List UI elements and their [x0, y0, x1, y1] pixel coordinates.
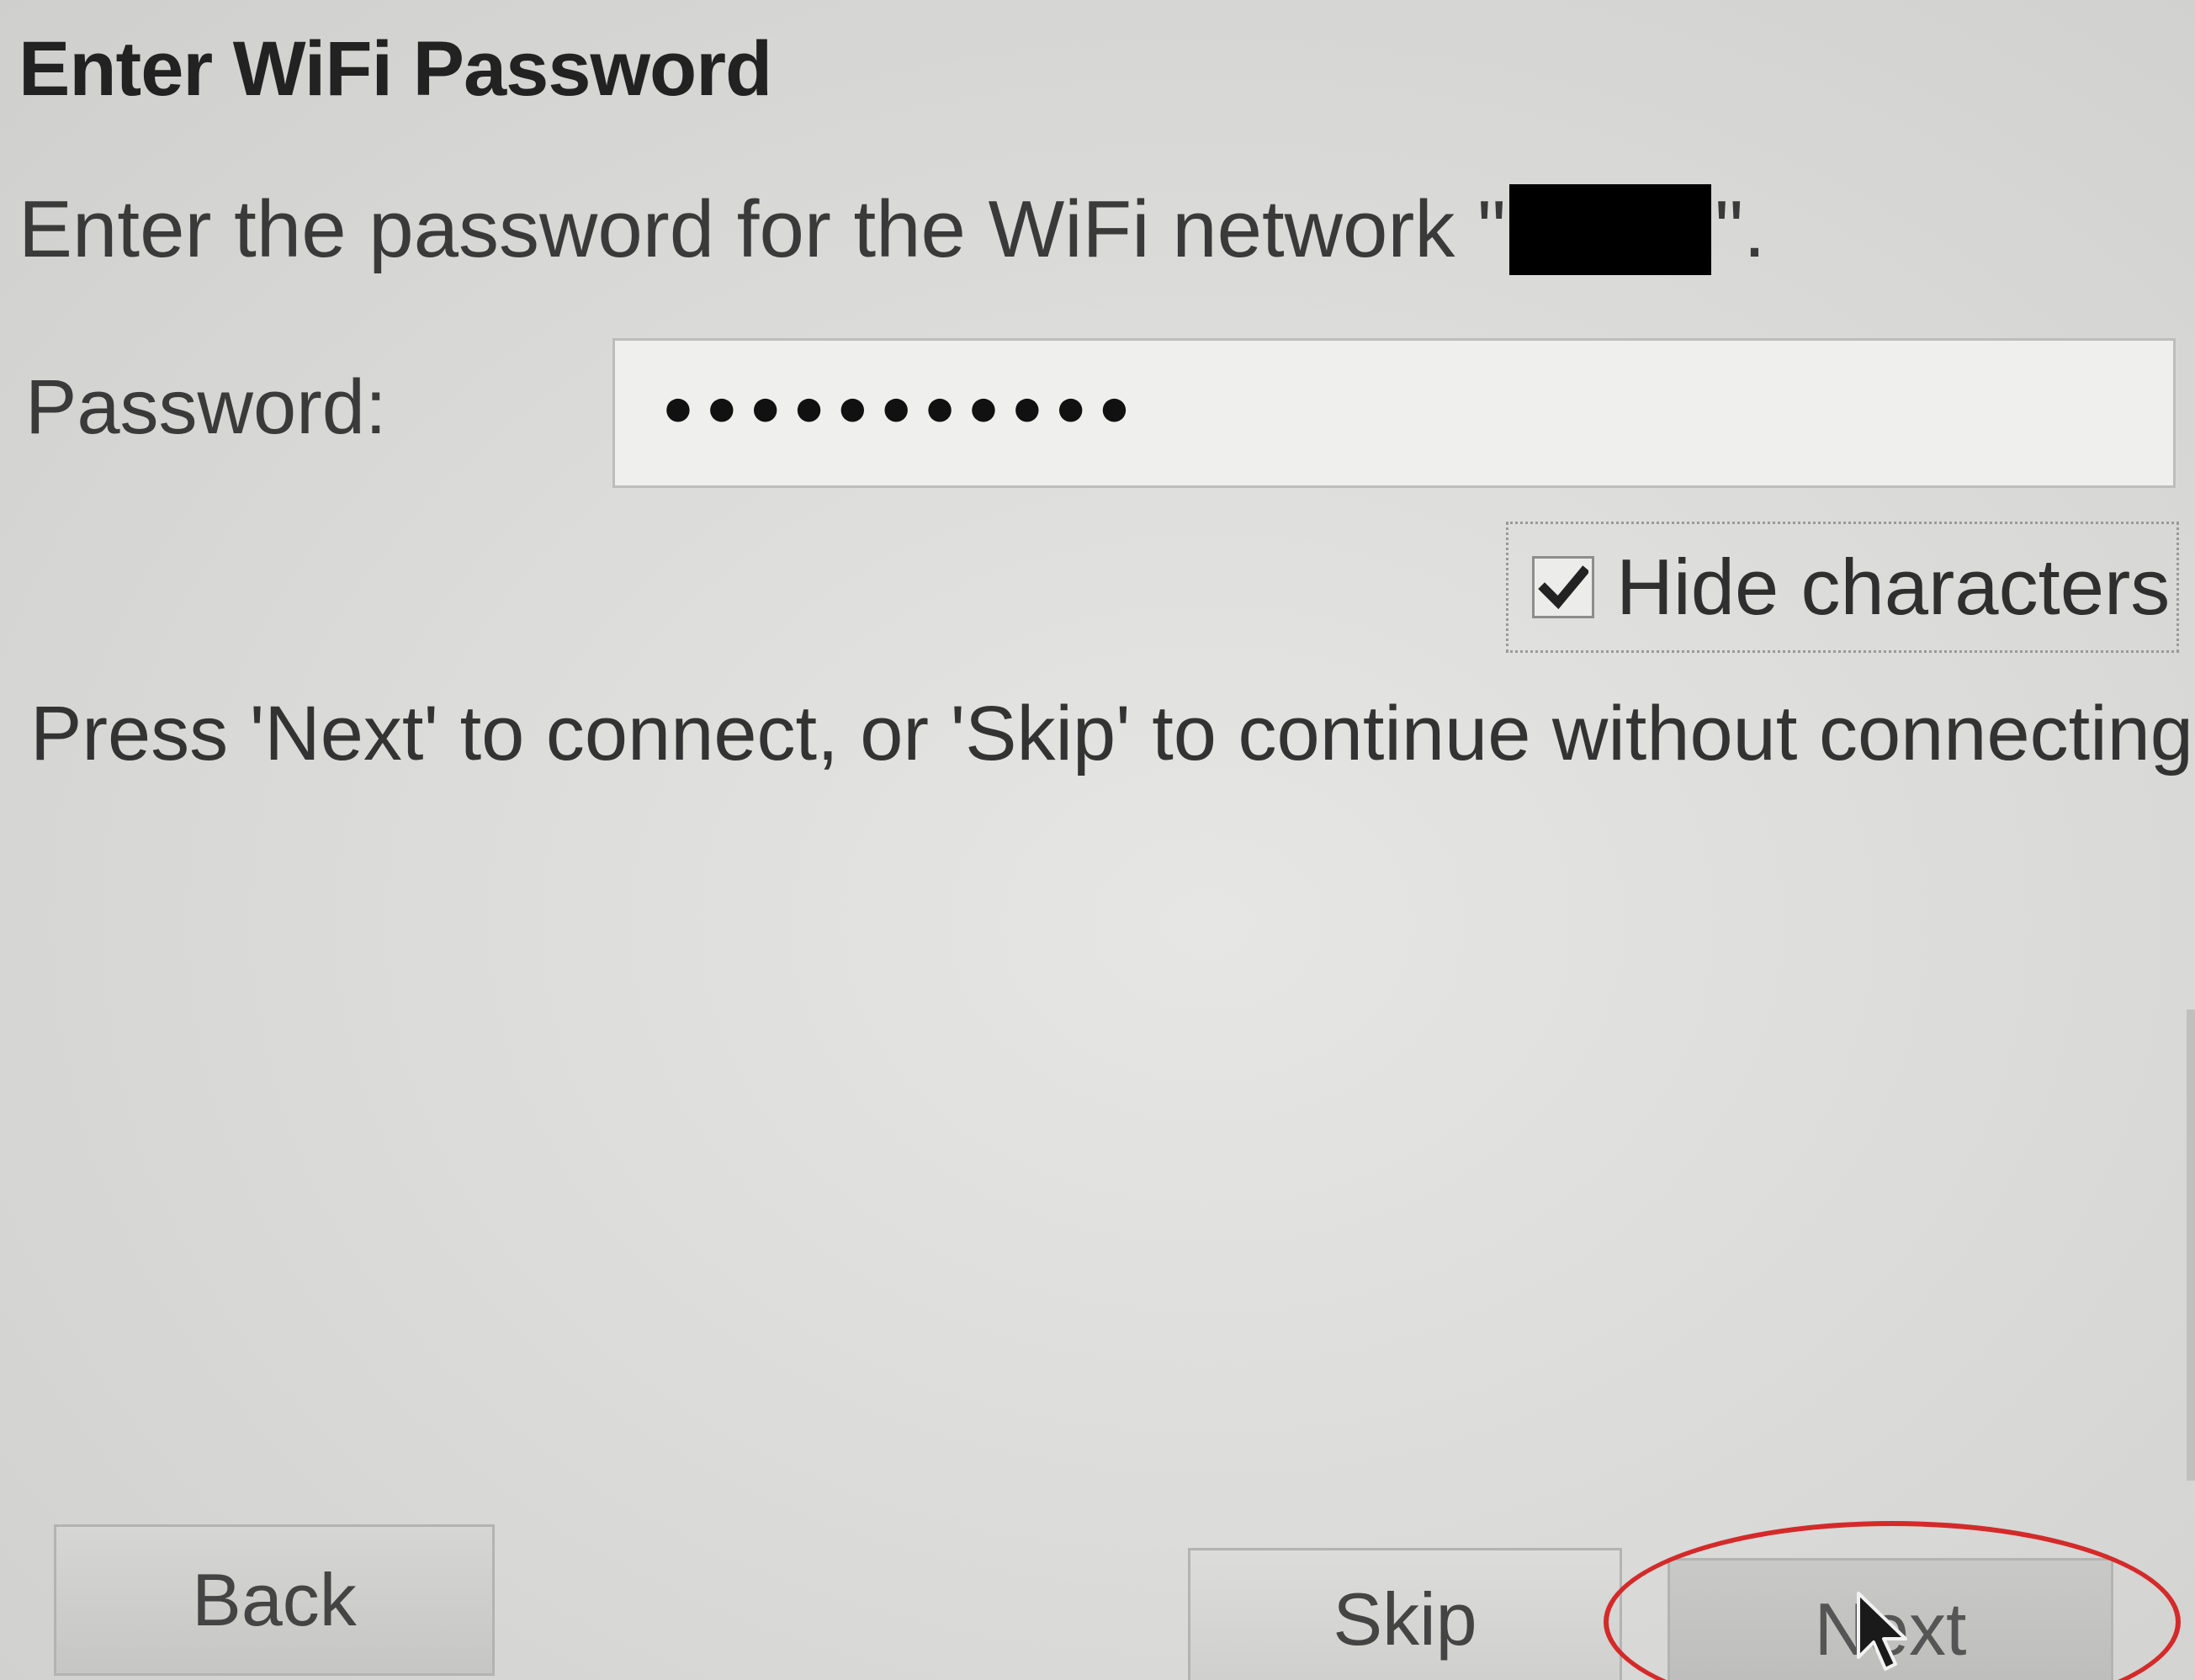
password-input[interactable] [655, 374, 2173, 452]
password-label: Password: [25, 364, 387, 450]
checkmark-icon [1538, 565, 1588, 610]
checkbox-box[interactable] [1532, 556, 1594, 618]
intro-text: Enter the password for the WiFi network … [19, 183, 1766, 276]
dialog-title: Enter WiFi Password [19, 26, 772, 112]
redacted-network-name [1509, 184, 1712, 275]
back-button[interactable]: Back [54, 1524, 495, 1676]
wifi-password-dialog: Enter WiFi Password Enter the password f… [0, 0, 2195, 1680]
mouse-pointer-icon [1857, 1592, 1907, 1671]
intro-suffix: ". [1715, 184, 1766, 274]
skip-button[interactable]: Skip [1188, 1548, 1622, 1680]
intro-prefix: Enter the password for the WiFi network … [19, 184, 1507, 274]
hide-characters-label: Hide characters [1616, 543, 2171, 631]
window-edge [2187, 1010, 2195, 1481]
instruction-text: Press 'Next' to connect, or 'Skip' to co… [30, 691, 2195, 776]
password-field-container[interactable] [612, 338, 2176, 488]
hide-characters-checkbox[interactable]: Hide characters [1506, 522, 2179, 653]
